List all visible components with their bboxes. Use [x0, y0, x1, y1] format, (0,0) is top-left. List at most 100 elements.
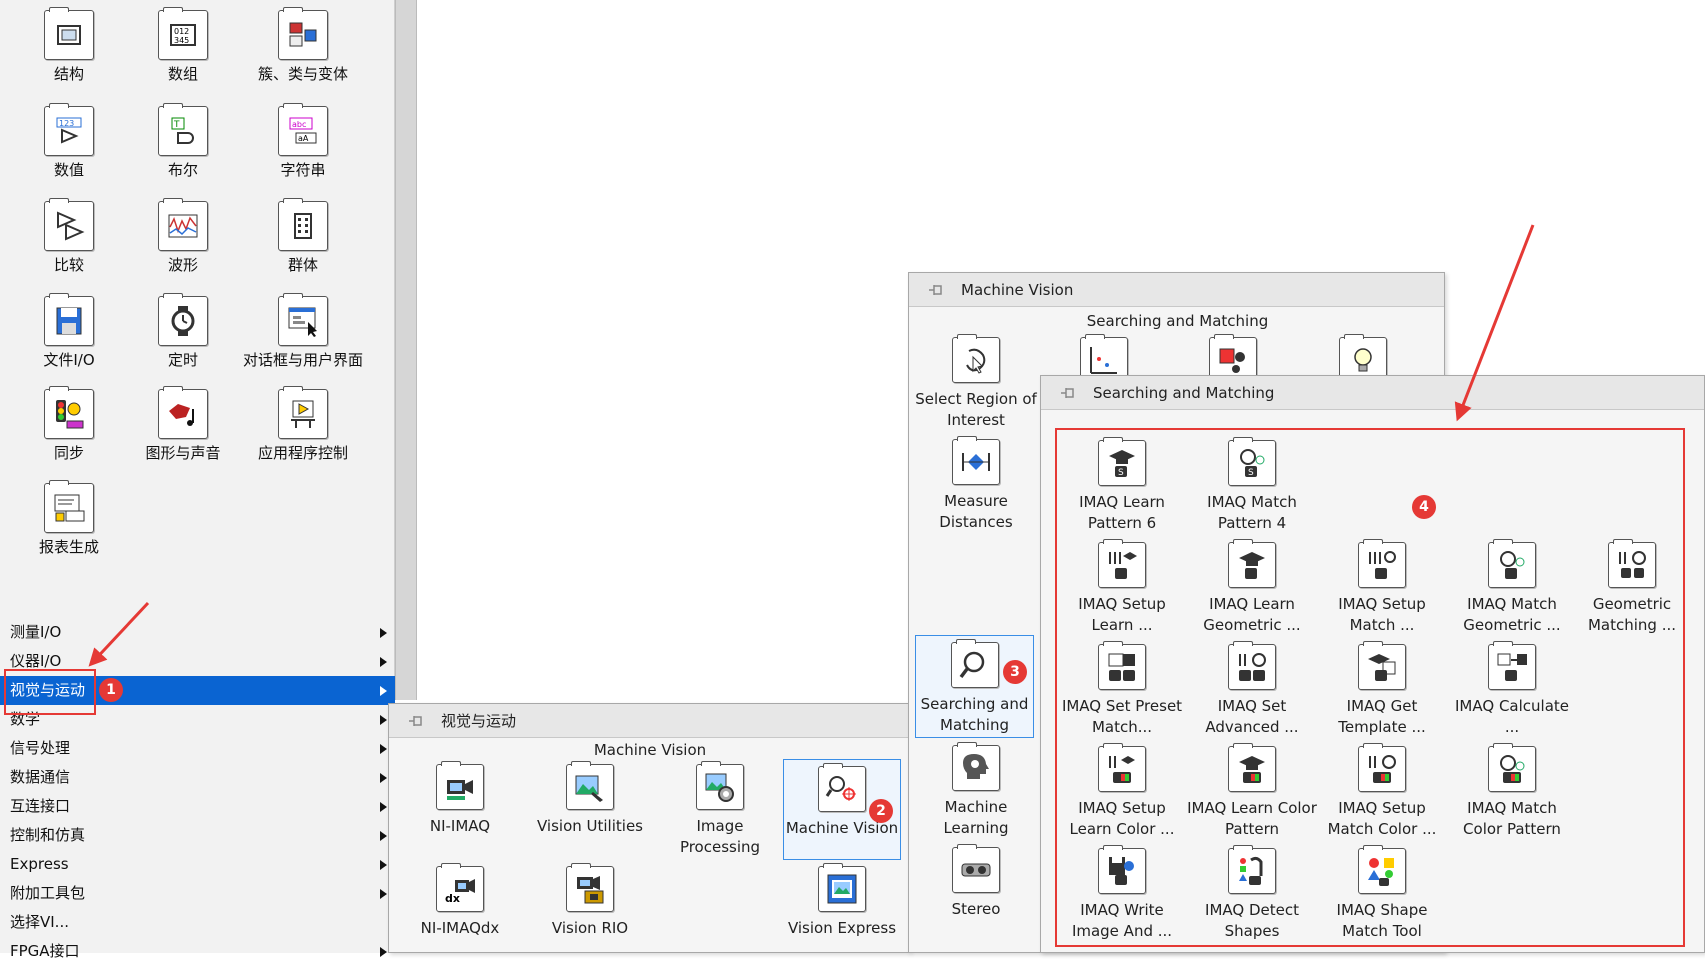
palette-item-machine-learning[interactable]: Machine Learning — [911, 742, 1041, 839]
palette-item-boolean[interactable]: T 布尔 — [118, 103, 248, 180]
palette-item-dialog-ui[interactable]: 对话框与用户界面 — [238, 293, 368, 370]
palette-item-comparison[interactable]: 比较 — [4, 198, 134, 275]
menu-item-label: Express — [10, 855, 69, 873]
palette-item-graphics-sound[interactable]: 图形与声音 — [118, 386, 248, 463]
chevron-right-icon — [380, 628, 387, 638]
palette-title: 视觉与运动 — [441, 712, 517, 730]
palette-item-label: Stereo — [951, 900, 1001, 918]
palette-item-numeric[interactable]: 123 数值 — [4, 103, 134, 180]
menu-item-express[interactable]: Express — [0, 850, 395, 879]
app-control-icon — [278, 386, 328, 439]
palette-item-report-generation[interactable]: 报表生成 — [4, 480, 134, 557]
menu-item-fpga-interface[interactable]: FPGA接口 — [0, 937, 395, 966]
menu-item-measurement-io[interactable]: 测量I/O — [0, 618, 395, 647]
palette-item-label: 文件I/O — [43, 351, 95, 369]
chevron-right-icon — [380, 657, 387, 667]
palette-item-label: 图形与声音 — [145, 444, 221, 462]
palette-item-cluster[interactable]: 群体 — [238, 198, 368, 275]
menu-item-select-vi[interactable]: 选择VI... — [0, 908, 395, 937]
palette-item-file-io[interactable]: 文件I/O — [4, 293, 134, 370]
chevron-right-icon — [380, 947, 387, 957]
report-generation-icon — [44, 480, 94, 533]
boolean-icon: T — [158, 103, 208, 156]
palette-item-vision-rio[interactable]: Vision RIO — [525, 863, 655, 939]
palette-title-bar: Machine Vision — [909, 273, 1444, 307]
menu-item-data-communication[interactable]: 数据通信 — [0, 763, 395, 792]
timing-icon — [158, 293, 208, 346]
menu-item-label: 选择VI... — [10, 913, 69, 931]
menu-item-label: 互连接口 — [10, 797, 71, 815]
vision-utilities-icon — [566, 761, 614, 810]
menu-item-signal-processing[interactable]: 信号处理 — [0, 734, 395, 763]
palette-item-label: 簇、类与变体 — [257, 65, 348, 83]
palette-item-label: 比较 — [53, 256, 84, 274]
vision-express-icon — [818, 863, 866, 912]
imaqdx-icon: dx — [436, 863, 484, 912]
dialog-ui-icon — [278, 293, 328, 346]
palette-item-image-processing[interactable]: Image Processing — [655, 761, 785, 858]
svg-text:abc: abc — [292, 120, 306, 129]
cluster-class-variant-icon — [278, 7, 328, 60]
palette-item-ni-imaq[interactable]: NI-IMAQ — [395, 761, 525, 837]
palette-item-timing[interactable]: 定时 — [118, 293, 248, 370]
annotation-box-1 — [4, 669, 96, 715]
palette-item-synchronization[interactable]: 同步 — [4, 386, 134, 463]
pin-icon[interactable] — [1059, 385, 1077, 401]
functions-palette: 结构 012 345 数组 簇、类与变体 123 数值 T 布尔 abc aA 字符… — [0, 0, 395, 960]
palette-item-searching-matching[interactable]: Searching and Matching — [915, 635, 1034, 738]
palette-item-cluster-class-variant[interactable]: 簇、类与变体 — [238, 7, 368, 84]
palette-title: Searching and Matching — [1093, 384, 1275, 402]
string-icon: abc aA — [278, 103, 328, 156]
machine-learning-icon — [952, 742, 1000, 791]
menu-item-label: FPGA接口 — [10, 942, 80, 960]
menu-item-label: 信号处理 — [10, 739, 71, 757]
pin-icon[interactable] — [407, 713, 425, 729]
menu-item-label: 附加工具包 — [10, 884, 86, 902]
pin-icon[interactable] — [927, 282, 945, 298]
file-io-icon — [44, 293, 94, 346]
menu-item-label: 仪器I/O — [10, 652, 62, 670]
menu-item-control-simulation[interactable]: 控制和仿真 — [0, 821, 395, 850]
section-label: Searching and Matching — [1086, 312, 1269, 330]
palette-title: Machine Vision — [961, 281, 1074, 299]
chevron-right-icon — [380, 860, 387, 870]
chevron-right-icon — [380, 831, 387, 841]
annotation-badge-1: 1 — [99, 678, 123, 702]
palette-item-vision-utilities[interactable]: Vision Utilities — [525, 761, 655, 837]
palette-item-structures[interactable]: 结构 — [4, 7, 134, 84]
svg-text:aA: aA — [298, 134, 309, 143]
palette-item-ni-imaqdx[interactable]: dx NI-IMAQdx — [395, 863, 525, 939]
vertical-scrollbar[interactable] — [395, 0, 417, 700]
vision-motion-palette: 视觉与运动 Machine Vision NI-IMAQ Vision Util… — [388, 703, 910, 953]
palette-item-label: Vision RIO — [551, 919, 629, 937]
palette-item-label: 定时 — [167, 351, 198, 369]
annotation-badge-2: 2 — [869, 799, 893, 823]
palette-item-select-roi[interactable]: Select Region of Interest — [911, 334, 1041, 431]
numeric-icon: 123 — [44, 103, 94, 156]
palette-item-vision-express[interactable]: Vision Express — [783, 863, 901, 939]
menu-item-addons[interactable]: 附加工具包 — [0, 879, 395, 908]
palette-item-array[interactable]: 012 345 数组 — [118, 7, 248, 84]
palette-item-app-control[interactable]: 应用程序控制 — [238, 386, 368, 463]
chevron-right-icon — [380, 889, 387, 899]
palette-item-measure-distances[interactable]: Measure Distances — [911, 436, 1041, 533]
chevron-right-icon — [380, 773, 387, 783]
comparison-icon — [44, 198, 94, 251]
select-roi-icon — [952, 334, 1000, 383]
menu-item-label: 测量I/O — [10, 623, 62, 641]
palette-item-label: 字符串 — [280, 161, 326, 179]
palette-item-label: Vision Utilities — [537, 817, 643, 835]
palette-item-label: Machine Learning — [943, 798, 1009, 837]
graphics-sound-icon — [158, 386, 208, 439]
annotation-badge-3: 3 — [1003, 660, 1027, 684]
palette-item-label: 数组 — [167, 65, 198, 83]
palette-item-waveform[interactable]: 波形 — [118, 198, 248, 275]
palette-item-label: 同步 — [53, 444, 84, 462]
menu-item-connectivity[interactable]: 互连接口 — [0, 792, 395, 821]
cluster-icon — [278, 198, 328, 251]
waveform-icon — [158, 198, 208, 251]
palette-item-string[interactable]: abc aA 字符串 — [238, 103, 368, 180]
palette-item-stereo[interactable]: Stereo — [911, 844, 1041, 920]
palette-item-label: NI-IMAQ — [429, 817, 491, 835]
annotation-badge-4: 4 — [1412, 495, 1436, 519]
